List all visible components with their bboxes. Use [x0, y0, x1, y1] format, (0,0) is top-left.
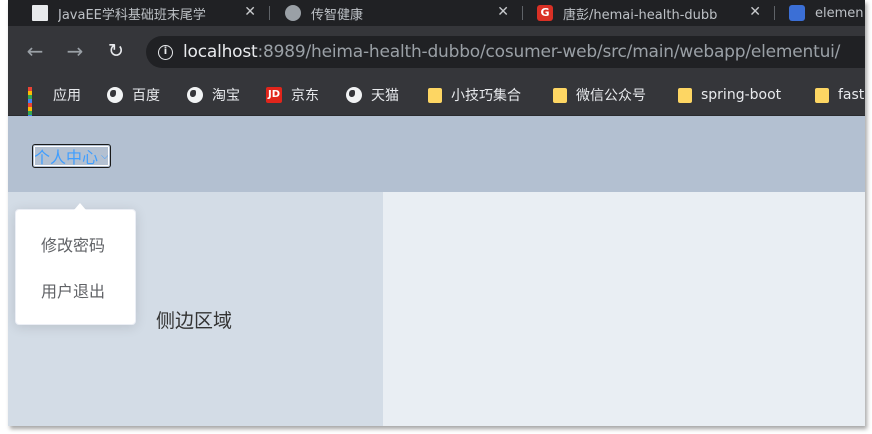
globe-icon [346, 87, 362, 103]
bookmark-taobao[interactable]: 淘宝 [187, 84, 240, 106]
folder-icon [678, 87, 692, 103]
bookmark-label: 小技巧集合 [451, 88, 521, 104]
url-path: :8989/heima-health-dubbo/cosumer-web/src… [257, 42, 841, 62]
aside-label: 侧边区域 [156, 310, 233, 332]
globe-icon [285, 5, 301, 21]
page-icon [32, 5, 48, 21]
tab-element[interactable]: elemen [789, 0, 865, 26]
browser-toolbar: ← → ↻ i localhost:8989/heima-health-dubb… [8, 26, 865, 76]
folder-icon [428, 87, 442, 103]
tab-separator [269, 6, 270, 20]
tab-title: 传智健康 [311, 7, 364, 23]
globe-icon [187, 87, 203, 103]
address-bar[interactable]: i localhost:8989/heima-health-dubbo/cosu… [146, 36, 865, 68]
bookmark-label: 微信公众号 [576, 88, 646, 104]
bookmark-label: 京东 [291, 88, 319, 104]
bookmark-label: fast [838, 87, 865, 103]
app-header: 个人中心 ⌵ [8, 116, 865, 192]
dropdown-menu: 修改密码 用户退出 [15, 203, 136, 325]
bookmarks-bar: 应用 百度 淘宝 JD 京东 天猫 小技巧集合 微信公众号 spring-boo [8, 76, 865, 123]
tab-separator [774, 6, 775, 20]
personal-center-dropdown[interactable]: 个人中心 ⌵ [32, 144, 111, 168]
tab-separator [522, 6, 523, 20]
bookmark-label: spring-boot [701, 87, 782, 103]
tab-strip: JavaEE学科基础班末尾学 ✕ 传智健康 ✕ G 唐彭/hemai-healt… [8, 0, 865, 26]
tab-title: elemen [815, 5, 864, 21]
bookmark-label: 应用 [53, 88, 81, 104]
bookmark-label: 天猫 [371, 88, 399, 104]
folder-icon [815, 87, 829, 103]
back-button[interactable]: ← [22, 38, 48, 64]
url-host: localhost [183, 42, 258, 62]
page-content: 个人中心 ⌵ 侧边区域 修改密码 用户退出 [8, 116, 865, 426]
tab-javaee[interactable]: JavaEE学科基础班末尾学 ✕ [32, 0, 264, 26]
bookmark-tmall[interactable]: 天猫 [346, 84, 399, 106]
folder-icon [553, 87, 567, 103]
close-tab-icon[interactable]: ✕ [497, 4, 509, 20]
bookmark-label: 淘宝 [212, 88, 240, 104]
globe-icon [107, 87, 123, 103]
tab-title: JavaEE学科基础班末尾学 [58, 7, 206, 23]
close-tab-icon[interactable]: ✕ [749, 4, 761, 20]
url-text[interactable]: localhost:8989/heima-health-dubbo/cosume… [183, 42, 840, 62]
bookmark-baidu[interactable]: 百度 [107, 84, 160, 106]
menu-item-logout[interactable]: 用户退出 [16, 274, 135, 310]
bookmark-jd[interactable]: JD 京东 [266, 84, 319, 106]
tab-gitee[interactable]: G 唐彭/hemai-health-dubb ✕ [537, 0, 769, 26]
main-area [383, 192, 865, 426]
baidu-paw-icon [789, 5, 805, 21]
bookmark-folder-fast[interactable]: fast [815, 84, 864, 106]
bookmark-apps[interactable]: 应用 [28, 84, 81, 123]
bookmark-folder-tips[interactable]: 小技巧集合 [428, 84, 521, 106]
menu-item-change-password[interactable]: 修改密码 [16, 228, 135, 264]
tab-chuanzhi-health[interactable]: 传智健康 ✕ [285, 0, 517, 26]
apps-grid-icon [28, 87, 44, 123]
bookmark-folder-spring-boot[interactable]: spring-boot [678, 84, 781, 106]
gitee-icon: G [537, 5, 553, 21]
close-tab-icon[interactable]: ✕ [244, 4, 256, 20]
forward-button[interactable]: → [62, 38, 88, 64]
site-info-icon[interactable]: i [158, 44, 173, 60]
bookmark-folder-wechat[interactable]: 微信公众号 [553, 84, 646, 106]
browser-window: JavaEE学科基础班末尾学 ✕ 传智健康 ✕ G 唐彭/hemai-healt… [8, 0, 865, 426]
jd-icon: JD [266, 87, 282, 103]
bookmark-label: 百度 [132, 88, 160, 104]
tab-title: 唐彭/hemai-health-dubb [563, 7, 718, 23]
chevron-down-icon: ⌵ [101, 151, 109, 162]
reload-button[interactable]: ↻ [103, 38, 129, 64]
dropdown-label: 个人中心 [34, 148, 99, 167]
